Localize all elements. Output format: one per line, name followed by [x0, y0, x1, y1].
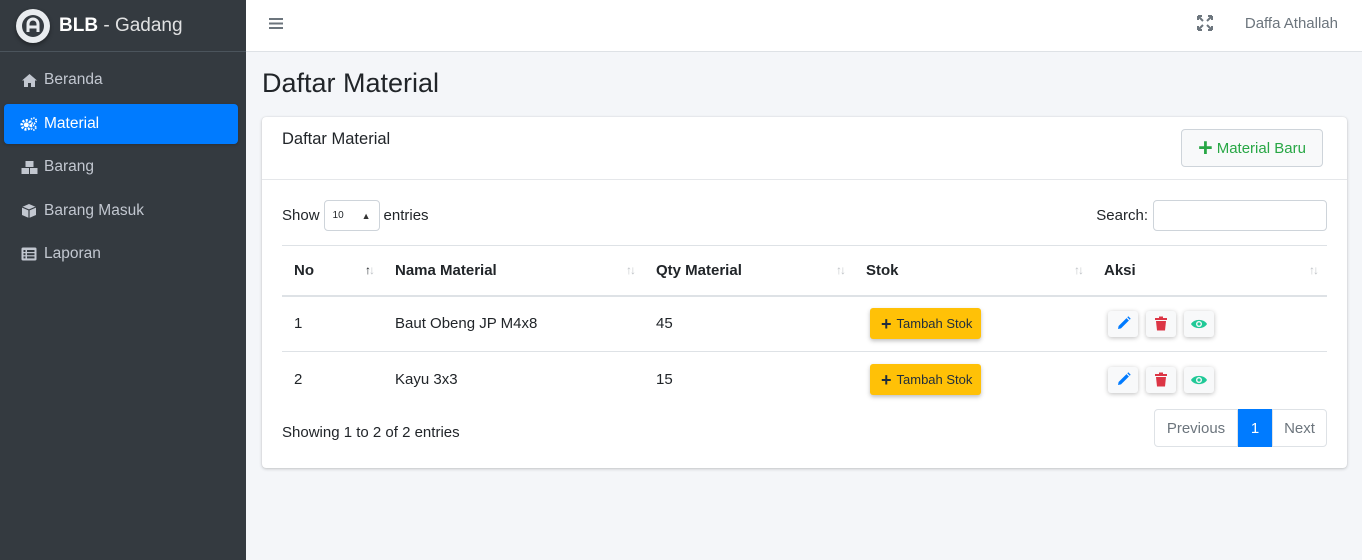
pagination-previous[interactable]: Previous	[1154, 409, 1238, 447]
fullscreen-icon[interactable]	[1196, 14, 1214, 32]
edit-button[interactable]	[1108, 366, 1138, 393]
sidebar-item-laporan[interactable]: Laporan	[4, 234, 238, 274]
eye-icon	[1191, 375, 1207, 384]
tambah-stok-button[interactable]: + Tambah Stok	[870, 364, 982, 396]
box-icon	[20, 202, 38, 220]
column-header-stok[interactable]: Stok ↑↓	[854, 245, 1092, 297]
sort-asc-icon: ↑↓	[365, 263, 375, 277]
cogs-icon	[20, 115, 38, 133]
tambah-stok-button[interactable]: + Tambah Stok	[870, 308, 982, 340]
entries-select-value: 10	[332, 210, 344, 221]
brand-link[interactable]: BLB - Gadang	[0, 0, 246, 52]
cubes-icon	[20, 158, 38, 176]
plus-icon: +	[881, 313, 892, 334]
sort-icon: ↑↓	[836, 263, 846, 277]
table-info: Showing 1 to 2 of 2 entries	[282, 424, 460, 441]
cell-name: Kayu 3x3	[395, 371, 458, 389]
add-material-button[interactable]: + Material Baru	[1181, 129, 1323, 167]
sort-updown-icon: ▲	[361, 210, 371, 221]
hamburger-menu-icon[interactable]	[268, 15, 286, 33]
sidebar-item-barang[interactable]: Barang	[4, 147, 238, 187]
view-button[interactable]	[1184, 366, 1214, 393]
cell-actions	[1092, 352, 1327, 408]
table-row: 1 Baut Obeng JP M4x8 45 + Tambah Stok	[282, 295, 1327, 352]
cell-actions	[1092, 295, 1327, 352]
material-card: Daftar Material + Material Baru Show 10 …	[262, 117, 1347, 468]
cell-qty: 15	[656, 371, 673, 389]
brand-suffix: - Gadang	[98, 14, 183, 36]
cell-stok: + Tambah Stok	[854, 352, 1092, 408]
top-navbar: Daffa Athallah	[246, 0, 1362, 52]
pagination: Previous 1 Next	[1154, 409, 1327, 447]
list-icon	[20, 245, 38, 263]
trash-icon	[1155, 316, 1167, 331]
sidebar-item-beranda[interactable]: Beranda	[4, 60, 238, 100]
cell-stok: + Tambah Stok	[854, 295, 1092, 352]
sort-icon: ↑↓	[1074, 263, 1084, 277]
plus-icon: +	[881, 369, 892, 390]
entries-select[interactable]: 10 ▲	[323, 200, 380, 231]
edit-button[interactable]	[1108, 310, 1138, 337]
column-header-qty-material[interactable]: Qty Material ↑↓	[644, 245, 854, 297]
cell-name: Baut Obeng JP M4x8	[383, 295, 644, 352]
card-title: Daftar Material	[282, 130, 391, 148]
card-header: Daftar Material + Material Baru	[262, 117, 1347, 180]
search-input[interactable]	[1153, 200, 1327, 231]
material-table: No ↑↓ Nama Material ↑↓ Qty Material ↑↓ Stok…	[282, 245, 1327, 408]
page-title: Daftar Material	[262, 68, 440, 98]
eye-icon	[1191, 319, 1207, 328]
home-icon	[20, 71, 38, 89]
cell-qty: 45	[644, 295, 854, 352]
cell-no: 1	[282, 295, 383, 352]
column-header-nama-material[interactable]: Nama Material ↑↓	[383, 245, 644, 297]
user-menu[interactable]: Daffa Athallah	[1245, 15, 1338, 32]
sort-icon: ↑↓	[626, 263, 636, 277]
delete-button[interactable]	[1146, 366, 1176, 393]
cell-no: 2	[294, 371, 303, 389]
trash-icon	[1155, 372, 1167, 387]
sidebar-item-label: Laporan	[44, 245, 101, 262]
column-header-aksi[interactable]: Aksi ↑↓	[1092, 245, 1327, 297]
delete-button[interactable]	[1146, 310, 1176, 337]
sidebar-item-label: Material	[44, 114, 100, 132]
sidebar-item-label: Barang	[44, 158, 94, 175]
table-row: 2 Kayu 3x3 15 + Tambah Stok	[282, 352, 1327, 408]
pencil-icon	[1117, 316, 1131, 330]
entries-length-control: Show 10 ▲ entries	[282, 200, 429, 231]
pencil-icon	[1117, 372, 1131, 386]
entries-label: entries	[383, 207, 429, 224]
sidebar: BLB - Gadang Beranda Material Barang Bar…	[0, 0, 246, 560]
sidebar-item-label: Beranda	[44, 71, 103, 88]
sidebar-item-material[interactable]: Material	[4, 103, 238, 144]
show-label: Show	[282, 207, 320, 224]
sidebar-item-label: Barang Masuk	[44, 201, 144, 219]
sidebar-item-barang-masuk[interactable]: Barang Masuk	[4, 191, 238, 231]
column-header-no[interactable]: No ↑↓	[282, 245, 383, 297]
sort-icon: ↑↓	[1309, 263, 1319, 277]
view-button[interactable]	[1184, 310, 1214, 337]
search-control: Search:	[1096, 200, 1327, 231]
pagination-page-1[interactable]: 1	[1238, 409, 1272, 447]
plus-icon: +	[1198, 133, 1213, 162]
brand-text: BLB - Gadang	[59, 15, 183, 37]
tambah-stok-label: Tambah Stok	[896, 316, 973, 332]
search-label: Search:	[1096, 207, 1148, 224]
tambah-stok-label: Tambah Stok	[896, 372, 973, 388]
sidebar-nav: Beranda Material Barang Barang Masuk Lap…	[0, 52, 246, 274]
table-header-row: No ↑↓ Nama Material ↑↓ Qty Material ↑↓ Stok…	[282, 245, 1327, 297]
brand-name: BLB	[59, 14, 99, 36]
brand-logo-icon	[16, 8, 50, 43]
add-material-label: Material Baru	[1216, 139, 1306, 157]
pagination-next[interactable]: Next	[1272, 409, 1327, 447]
